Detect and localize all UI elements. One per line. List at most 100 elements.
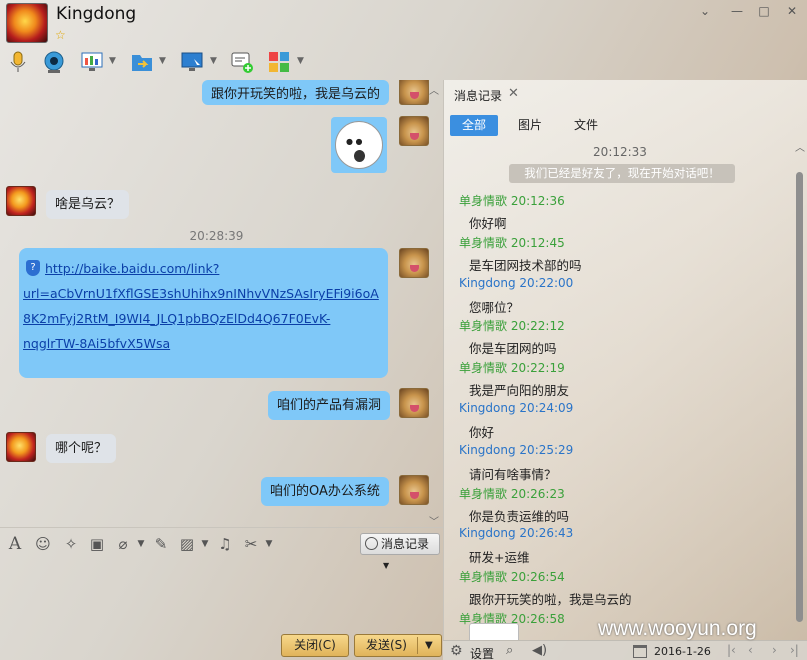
emoji-icon[interactable]: ☺ bbox=[34, 535, 52, 553]
date-display[interactable]: 2016-1-26 bbox=[654, 645, 711, 658]
history-sender: 单身情歌 20:12:36 bbox=[459, 194, 565, 208]
prev-page-icon[interactable]: ‹ bbox=[748, 643, 753, 657]
history-sender: Kingdong 20:22:00 bbox=[459, 276, 574, 290]
chevron-down-icon[interactable]: ▼ bbox=[210, 56, 217, 66]
history-message[interactable]: 我是严向阳的朋友 bbox=[469, 380, 569, 399]
contact-avatar[interactable] bbox=[6, 3, 48, 43]
link-text[interactable]: http://baike.baidu.com/link? bbox=[23, 256, 384, 281]
scissors-icon[interactable]: ✂ bbox=[242, 535, 260, 553]
send-button[interactable]: 发送(S) ▼ bbox=[354, 634, 442, 657]
tab-files[interactable]: 文件 bbox=[564, 115, 608, 136]
chevron-down-icon[interactable]: ⌄ bbox=[697, 4, 713, 18]
history-start-time: 20:12:33 bbox=[593, 145, 647, 159]
link-text[interactable]: nqglrTW-8Ai5bfvX5Wsa bbox=[23, 331, 384, 356]
input-toolbar: A ☺ ✧ ▣ ⌀ ▼ ✎ ▨ ▼ ♫ ✂ ▼ 消息记录 ▼ bbox=[0, 527, 443, 570]
scroll-up-icon[interactable]: ︿ bbox=[429, 82, 439, 97]
divider bbox=[417, 637, 418, 654]
scroll-down-icon[interactable]: ﹀ bbox=[429, 513, 439, 528]
search-icon[interactable]: ⌕ bbox=[506, 643, 513, 658]
history-message[interactable]: 跟你开玩笑的啦，我是乌云的 bbox=[469, 589, 632, 608]
file-transfer-icon[interactable] bbox=[130, 50, 154, 74]
chevron-down-icon[interactable]: ▼ bbox=[159, 56, 166, 66]
close-window-button[interactable]: ✕ bbox=[784, 4, 800, 18]
video-icon[interactable]: ▣ bbox=[88, 535, 106, 553]
message-bubble[interactable]: 咱们的OA办公系统 bbox=[261, 477, 389, 506]
link-message[interactable]: ? http://baike.baidu.com/link? url=aCbVr… bbox=[19, 248, 388, 378]
my-avatar[interactable] bbox=[399, 80, 429, 105]
history-message[interactable]: 是车团网技术部的吗 bbox=[469, 255, 582, 274]
message-bubble[interactable]: 啥是乌云？ bbox=[46, 190, 130, 219]
voice-icon[interactable]: ⌀ bbox=[114, 535, 132, 553]
history-message[interactable]: 你好 bbox=[469, 422, 494, 441]
chevron-down-icon[interactable]: ▼ bbox=[297, 56, 304, 66]
history-message[interactable]: 请问有啥事情？ bbox=[469, 464, 557, 483]
chevron-down-icon[interactable]: ▼ bbox=[260, 535, 278, 553]
next-page-icon[interactable]: › bbox=[772, 643, 777, 657]
collapse-icon[interactable]: ︿ bbox=[795, 139, 805, 154]
shield-icon: ? bbox=[26, 260, 40, 276]
magic-icon[interactable]: ✧ bbox=[62, 535, 80, 553]
panel-title: 消息记录 bbox=[454, 89, 503, 103]
watermark: www.wooyun.org bbox=[598, 617, 757, 640]
star-icon[interactable]: ☆ bbox=[55, 28, 66, 42]
my-avatar[interactable] bbox=[399, 248, 429, 278]
contact-name[interactable]: Kingdong bbox=[56, 4, 136, 24]
music-icon[interactable]: ♫ bbox=[216, 535, 234, 553]
microphone-icon[interactable] bbox=[6, 50, 30, 74]
history-sender: Kingdong 20:25:29 bbox=[459, 443, 574, 457]
last-page-icon[interactable]: ›| bbox=[790, 643, 799, 657]
history-button[interactable]: 消息记录 ▼ bbox=[360, 533, 440, 570]
image-icon[interactable]: ▨ bbox=[178, 535, 196, 553]
tab-all[interactable]: 全部 bbox=[450, 115, 498, 136]
history-sender: 单身情歌 20:26:23 bbox=[459, 487, 565, 501]
chevron-down-icon[interactable]: ▼ bbox=[196, 535, 214, 553]
my-avatar[interactable] bbox=[399, 116, 429, 146]
my-avatar[interactable] bbox=[399, 388, 429, 418]
link-text[interactable]: url=aCbVrnU1fXflGSE3shUhihx9nINhvVNzSAsI… bbox=[23, 281, 384, 306]
scrollbar[interactable] bbox=[796, 172, 803, 622]
chat-messages[interactable]: 跟你开玩笑的啦，我是乌云的 啥是乌云？ 20:28:39 ? http://ba… bbox=[0, 80, 443, 527]
main-toolbar: ▼ ▼ ▼ ▼ bbox=[0, 46, 443, 80]
edit-icon[interactable]: ✎ bbox=[152, 535, 170, 553]
apps-grid-icon[interactable] bbox=[267, 50, 291, 74]
chevron-down-icon[interactable]: ▼ bbox=[425, 635, 433, 656]
message-time: 20:28:39 bbox=[189, 229, 244, 243]
history-message[interactable]: 研发+运维 bbox=[469, 547, 529, 566]
sticker-face-icon bbox=[335, 121, 383, 169]
speaker-icon[interactable]: ◀) bbox=[532, 643, 547, 658]
sticker-thumbnail[interactable] bbox=[469, 623, 519, 640]
close-button[interactable]: 关闭(C) bbox=[281, 634, 349, 657]
maximize-button[interactable]: □ bbox=[756, 4, 772, 18]
first-page-icon[interactable]: |‹ bbox=[727, 643, 736, 657]
screen-share-icon[interactable] bbox=[80, 50, 104, 74]
message-input[interactable] bbox=[0, 559, 443, 629]
history-button-label: 消息记录 bbox=[381, 537, 430, 551]
camera-icon[interactable] bbox=[42, 50, 66, 74]
my-avatar[interactable] bbox=[399, 475, 429, 505]
system-notice: 我们已经是好友了，现在开始对话吧！ bbox=[509, 164, 735, 183]
contact-avatar[interactable] bbox=[6, 186, 36, 216]
history-sender: 单身情歌 20:22:12 bbox=[459, 319, 565, 333]
history-message[interactable]: 你好啊 bbox=[469, 213, 507, 232]
message-bubble[interactable]: 咱们的产品有漏洞 bbox=[268, 391, 391, 420]
font-icon[interactable]: A bbox=[6, 535, 24, 553]
minimize-button[interactable]: — bbox=[729, 4, 745, 18]
message-bubble[interactable]: 哪个呢？ bbox=[46, 434, 117, 463]
gear-icon[interactable]: ⚙ bbox=[450, 643, 463, 659]
history-message[interactable]: 您哪位？ bbox=[469, 297, 519, 316]
message-bubble[interactable]: 跟你开玩笑的啦，我是乌云的 bbox=[202, 80, 390, 105]
contact-avatar[interactable] bbox=[6, 432, 36, 462]
chevron-down-icon[interactable]: ▼ bbox=[109, 56, 116, 66]
clock-icon bbox=[365, 537, 378, 550]
chat-add-icon[interactable] bbox=[230, 50, 254, 74]
history-message[interactable]: 你是负责运维的吗 bbox=[469, 506, 569, 525]
tab-images[interactable]: 图片 bbox=[508, 115, 552, 136]
settings-button[interactable]: 设置 bbox=[470, 645, 494, 660]
link-text[interactable]: 8K2mFyj2RtM_I9WI4_JLQ1pbBQzElDd4Q67F0EvK… bbox=[23, 306, 384, 331]
close-icon[interactable]: ✕ bbox=[508, 86, 519, 101]
chevron-down-icon[interactable]: ▼ bbox=[132, 535, 150, 553]
sticker-message[interactable] bbox=[331, 117, 387, 173]
calendar-icon[interactable] bbox=[633, 645, 647, 658]
remote-desktop-icon[interactable] bbox=[180, 50, 204, 74]
history-message[interactable]: 你是车团网的吗 bbox=[469, 338, 557, 357]
